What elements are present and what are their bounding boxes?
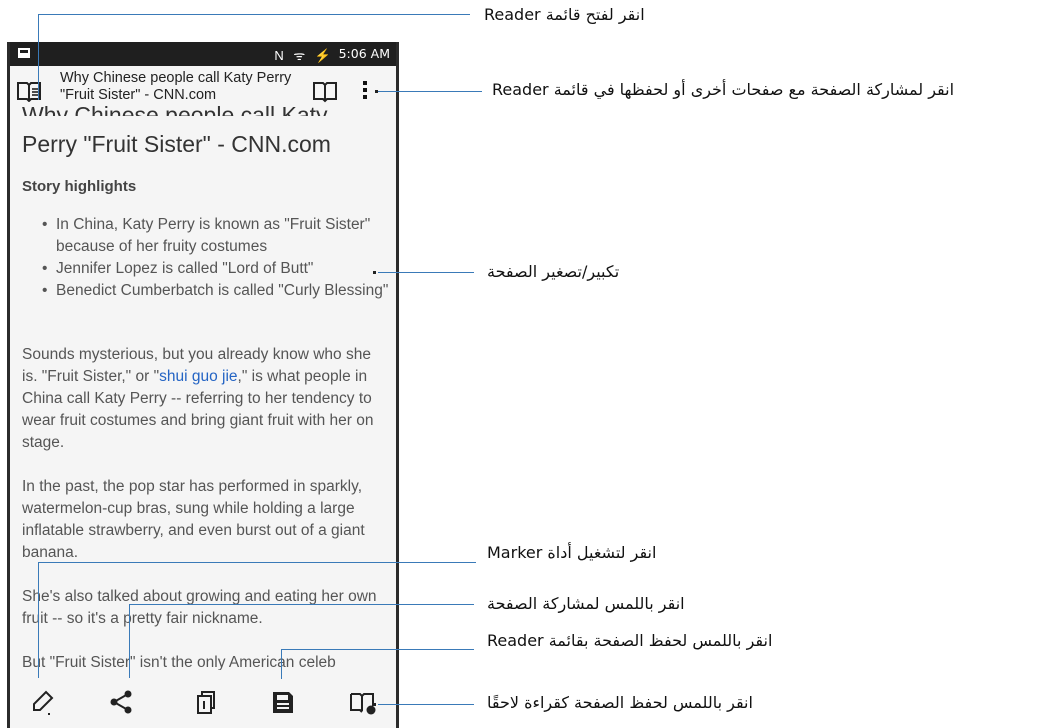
callout-share: انقر باللمس لمشاركة الصفحة (487, 594, 685, 613)
notification-icon (18, 48, 30, 58)
save-reader-list-icon[interactable] (268, 686, 298, 718)
highlights-title: Story highlights (22, 178, 137, 195)
callout-open-reader-list: انقر لفتح قائمة Reader (484, 5, 645, 24)
tabs-icon[interactable] (190, 686, 220, 718)
share-icon[interactable] (106, 686, 136, 718)
bottom-toolbar (10, 678, 396, 728)
callout-line-overflow (378, 91, 482, 92)
callout-marker: انقر لتشغيل أداة Marker (487, 543, 657, 562)
list-item: Benedict Cumberbatch is called "Curly Bl… (42, 280, 396, 302)
marker-pen-icon[interactable] (28, 686, 58, 718)
paragraph-2: In the past, the pop star has performed … (22, 478, 365, 561)
callout-line-read-later (378, 704, 474, 705)
overflow-menu-icon[interactable] (360, 78, 370, 104)
page-title: Why Chinese people call Katy Perry "Frui… (60, 70, 292, 103)
callout-read-later: انقر باللمس لحفظ الصفحة كقراءة لاحقًا (487, 693, 753, 712)
callout-line-zoom (378, 272, 474, 273)
highlights-list: In China, Katy Perry is known as "Fruit … (22, 214, 396, 302)
phone-frame: N ᯤ ⚡ 5:06 AM Why Chinese people call Ka… (7, 42, 399, 728)
callout-line-marker-v (38, 562, 39, 678)
paragraph-3: She's also talked about growing and eati… (22, 588, 377, 627)
paragraph-1: Sounds mysterious, but you already know … (22, 344, 384, 454)
list-item: Jennifer Lopez is called "Lord of Butt" (42, 258, 396, 280)
callout-dot-read-later (373, 703, 376, 706)
callout-zoom: تكبير/تصغير الصفحة (487, 262, 620, 281)
phone-screen: N ᯤ ⚡ 5:06 AM Why Chinese people call Ka… (10, 42, 396, 728)
callout-share-or-save: انقر لمشاركة الصفحة مع صفحات أخرى أو لحف… (492, 80, 955, 99)
article-heading-cut: Why Chinese people call Katy (22, 104, 328, 116)
callout-save-reader: انقر باللمس لحفظ الصفحة بقائمة Reader (487, 631, 773, 650)
status-bar: N ᯤ ⚡ 5:06 AM (10, 42, 396, 66)
callout-line-reader-list-v (38, 14, 39, 100)
status-icons: N ᯤ ⚡ (274, 48, 334, 63)
paragraph-4: But "Fruit Sister" isn't the only Americ… (22, 654, 336, 670)
callout-line-save-h (281, 649, 474, 650)
book-icon[interactable] (312, 78, 338, 104)
callout-line-save-v (281, 649, 282, 679)
read-later-icon[interactable] (348, 686, 378, 718)
callout-line-share-v (129, 604, 130, 678)
article-heading: Perry "Fruit Sister" - CNN.com (22, 131, 331, 157)
callout-line-marker-h (38, 562, 476, 563)
callout-line-share-h (129, 604, 474, 605)
list-item: In China, Katy Perry is known as "Fruit … (42, 214, 396, 258)
status-time: 5:06 AM (338, 46, 390, 61)
link-shui-guo-jie[interactable]: shui guo jie (159, 368, 237, 385)
callout-dot-zoom (373, 271, 376, 274)
callout-line-reader-list-h (38, 14, 470, 15)
